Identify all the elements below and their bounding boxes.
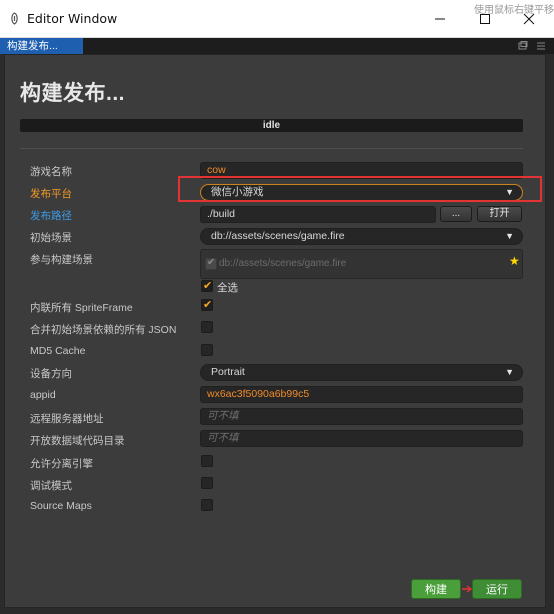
debug-mode-label: 调试模式	[30, 480, 72, 492]
select-all-label[interactable]: 全选	[217, 280, 238, 295]
appid-input[interactable]: wx6ac3f5090a6b99c5	[200, 386, 523, 403]
app-icon	[11, 12, 18, 25]
minimize-button[interactable]	[417, 0, 463, 37]
remote-server-input[interactable]: 可不填	[200, 408, 523, 425]
build-path-label[interactable]: 发布路径	[30, 208, 72, 223]
inline-spriteframe-checkbox[interactable]	[201, 298, 213, 311]
minimize-icon	[435, 18, 445, 19]
page-title: 构建发布...	[20, 82, 126, 105]
scenes-label: 参与构建场景	[30, 254, 93, 266]
remote-server-label: 远程服务器地址	[30, 413, 104, 425]
debug-mode-checkbox[interactable]	[201, 477, 213, 489]
platform-label: 发布平台	[30, 188, 72, 200]
md5-cache-checkbox[interactable]	[201, 344, 213, 356]
merge-json-label: 合并初始场景依赖的所有 JSON	[30, 324, 177, 336]
close-icon	[523, 13, 535, 24]
close-button[interactable]	[506, 0, 552, 37]
open-path-button[interactable]: 打开	[477, 206, 522, 222]
appid-label: appid	[30, 389, 56, 401]
open-data-input[interactable]: 可不填	[200, 430, 523, 447]
merge-json-checkbox[interactable]	[201, 321, 213, 333]
select-all-checkbox[interactable]	[201, 279, 213, 292]
source-maps-label: Source Maps	[30, 500, 92, 512]
star-icon: ★	[509, 254, 520, 268]
arrow-right-icon	[462, 585, 473, 593]
orientation-label: 设备方向	[30, 368, 72, 380]
source-maps-checkbox[interactable]	[201, 499, 213, 511]
dropdown-arrow-icon: ▼	[505, 367, 514, 377]
menu-icon[interactable]	[536, 41, 546, 51]
separate-engine-checkbox[interactable]	[201, 455, 213, 467]
md5-cache-label: MD5 Cache	[30, 345, 86, 357]
browse-path-button[interactable]: ...	[440, 206, 472, 222]
dropdown-arrow-icon: ▼	[505, 231, 514, 241]
tab-bar: 构建发布...	[0, 38, 554, 54]
scene-checkbox[interactable]	[205, 257, 217, 270]
separate-engine-label: 允许分离引擎	[30, 458, 93, 470]
highlight-box	[178, 176, 542, 202]
orientation-value: Portrait	[211, 366, 245, 378]
build-path-input[interactable]: ./build	[200, 206, 436, 223]
run-button[interactable]: 运行	[472, 579, 522, 599]
build-status-bar: idle	[20, 119, 523, 132]
orientation-select[interactable]: Portrait ▼	[200, 364, 523, 381]
window-title: Editor Window	[27, 11, 118, 26]
start-scene-label: 初始场景	[30, 232, 72, 244]
divider	[20, 148, 523, 149]
build-panel: 构建发布... idle 游戏名称 cow 发布平台 微信小游戏 ▼ 发布路径 …	[4, 54, 546, 608]
title-bar: Editor Window 使用鼠标右键平移	[0, 0, 554, 38]
start-scene-select[interactable]: db://assets/scenes/game.fire ▼	[200, 228, 523, 245]
scene-path: db://assets/scenes/game.fire	[219, 258, 347, 269]
maximize-icon	[480, 13, 490, 24]
layout-icon[interactable]	[518, 41, 528, 51]
build-button[interactable]: 构建	[411, 579, 461, 599]
inline-spriteframe-label: 内联所有 SpriteFrame	[30, 302, 133, 314]
open-data-label: 开放数据域代码目录	[30, 435, 125, 447]
tab-build-publish[interactable]: 构建发布...	[0, 38, 83, 54]
game-name-label: 游戏名称	[30, 166, 72, 178]
start-scene-value: db://assets/scenes/game.fire	[211, 230, 345, 242]
maximize-button[interactable]	[462, 0, 508, 37]
